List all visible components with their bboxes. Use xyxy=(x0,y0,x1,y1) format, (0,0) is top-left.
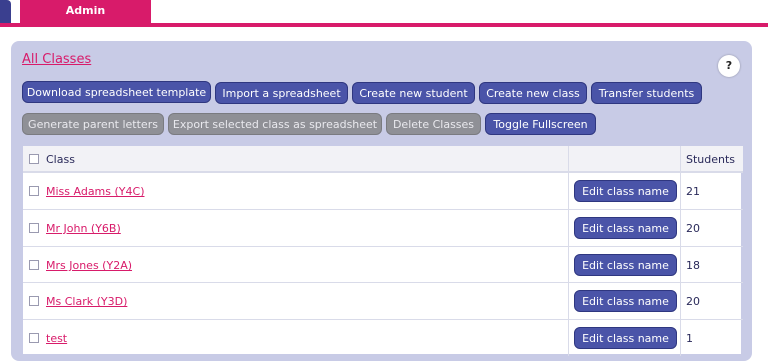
tab-admin[interactable]: Admin xyxy=(20,0,151,24)
classes-table: Class Students Miss Adams (Y4C) Edit cla… xyxy=(22,145,743,356)
download-template-button[interactable]: Download spreadsheet template xyxy=(22,81,211,103)
row-checkbox[interactable] xyxy=(29,296,39,306)
generate-letters-button[interactable]: Generate parent letters xyxy=(22,113,164,135)
row-checkbox[interactable] xyxy=(29,260,39,270)
table-row: Miss Adams (Y4C) Edit class name 21 xyxy=(23,172,743,209)
student-count: 21 xyxy=(686,185,700,198)
edit-class-name-button[interactable]: Edit class name xyxy=(574,290,677,312)
transfer-students-button[interactable]: Transfer students xyxy=(591,82,702,104)
table-row: Mr John (Y6B) Edit class name 20 xyxy=(23,209,743,246)
row-checkbox[interactable] xyxy=(29,186,39,196)
table-row: Mrs Jones (Y2A) Edit class name 18 xyxy=(23,246,743,283)
edit-class-name-button[interactable]: Edit class name xyxy=(574,217,677,239)
export-class-button[interactable]: Export selected class as spreadsheet xyxy=(168,113,382,135)
table-header: Class Students xyxy=(23,146,743,172)
edit-class-name-button[interactable]: Edit class name xyxy=(574,180,677,202)
import-spreadsheet-button[interactable]: Import a spreadsheet xyxy=(215,82,348,104)
header-class: Class xyxy=(46,153,75,166)
help-button[interactable]: ? xyxy=(718,55,740,77)
class-link[interactable]: Mr John (Y6B) xyxy=(46,222,121,235)
table-row: test Edit class name 1 xyxy=(23,319,743,356)
class-link[interactable]: Miss Adams (Y4C) xyxy=(46,185,144,198)
table-row: Ms Clark (Y3D) Edit class name 20 xyxy=(23,282,743,319)
select-all-checkbox[interactable] xyxy=(29,154,39,164)
create-student-button[interactable]: Create new student xyxy=(352,82,475,104)
row-checkbox[interactable] xyxy=(29,333,39,343)
class-link[interactable]: test xyxy=(46,332,67,345)
edit-class-name-button[interactable]: Edit class name xyxy=(574,254,677,276)
page-title[interactable]: All Classes xyxy=(22,52,91,67)
student-count: 20 xyxy=(686,222,700,235)
delete-classes-button[interactable]: Delete Classes xyxy=(386,113,481,135)
student-count: 1 xyxy=(686,332,693,345)
create-class-button[interactable]: Create new class xyxy=(479,82,587,104)
student-count: 20 xyxy=(686,295,700,308)
toggle-fullscreen-button[interactable]: Toggle Fullscreen xyxy=(485,113,596,135)
top-divider xyxy=(0,23,768,27)
header-students: Students xyxy=(686,153,736,166)
class-link[interactable]: Ms Clark (Y3D) xyxy=(46,295,127,308)
row-checkbox[interactable] xyxy=(29,223,39,233)
student-count: 18 xyxy=(686,259,700,272)
tab-previous[interactable] xyxy=(0,0,11,24)
class-link[interactable]: Mrs Jones (Y2A) xyxy=(46,259,132,272)
